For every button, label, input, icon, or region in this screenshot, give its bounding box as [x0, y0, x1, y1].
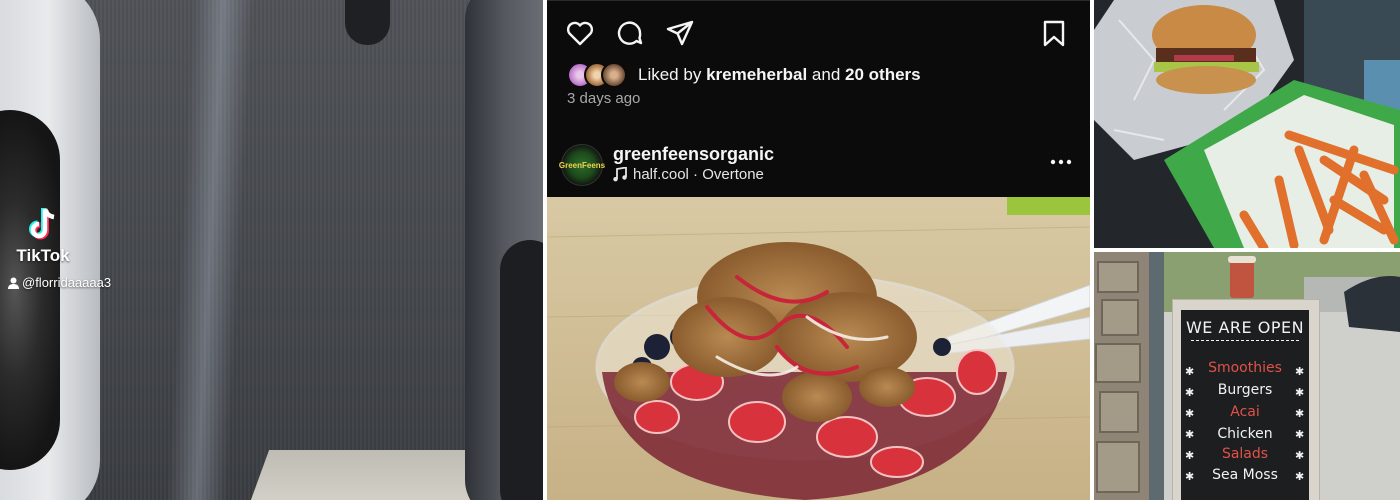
sign-item-smoothies: Smoothies [1208, 360, 1282, 376]
bookmark-icon[interactable] [1039, 18, 1069, 48]
car-tire-far [345, 0, 390, 45]
sign-item-burgers: Burgers [1217, 382, 1273, 398]
tiktok-username: @florridaaaaa3 [8, 275, 111, 290]
sign-item-salads: Salads [1221, 446, 1269, 462]
carpet-floor [60, 0, 530, 500]
heart-icon[interactable] [565, 18, 595, 48]
audio-label: half.cool · Overtone [633, 166, 764, 183]
sign-decoration: ✱ ✱ ✱ ✱ ✱ ✱ [1185, 366, 1195, 483]
divider [547, 0, 1090, 1]
tiktok-username-text: @florridaaaaa3 [22, 275, 112, 290]
chalkboard-sign: WE ARE OPEN Smoothies Burgers Acai Chick… [1172, 299, 1320, 500]
liker-avatars [567, 62, 627, 88]
post-author-username[interactable]: greenfeensorganic [613, 144, 774, 165]
liked-prefix: Liked by [638, 65, 702, 84]
photo-open-sign[interactable]: WE ARE OPEN Smoothies Burgers Acai Chick… [1094, 252, 1400, 500]
liked-user[interactable]: kremeherbal [706, 65, 807, 85]
post-header: GreenFeens greenfeensorganic half.cool ·… [558, 144, 1081, 188]
post-timestamp: 3 days ago [567, 90, 641, 107]
person-icon [8, 277, 19, 289]
tiktok-watermark: TikTok [8, 206, 78, 266]
tiktok-wordmark: TikTok [16, 246, 70, 265]
avatar [601, 62, 627, 88]
likes-summary[interactable]: Liked by kremeherbal and 20 others [567, 62, 921, 88]
tiktok-logo-icon [29, 208, 55, 240]
post-author-avatar[interactable]: GreenFeens [558, 144, 606, 186]
burger-photo [1094, 0, 1400, 248]
sign-decoration: ✱ ✱ ✱ ✱ ✱ ✱ [1295, 366, 1305, 483]
sign-underline [1191, 340, 1299, 342]
liked-others[interactable]: 20 others [845, 65, 921, 85]
post-audio[interactable]: half.cool · Overtone [613, 166, 764, 183]
photo-burger-fries[interactable] [1094, 0, 1400, 248]
share-icon[interactable] [665, 18, 695, 48]
post-image-acai-bowl[interactable] [547, 197, 1090, 500]
avatar-logo-text: GreenFeens [558, 160, 606, 170]
sign-item-acai: Acai [1230, 404, 1260, 420]
music-note-icon [613, 167, 627, 182]
sign-headline: WE ARE OPEN [1185, 318, 1305, 337]
instagram-post: Liked by kremeherbal and 20 others 3 day… [547, 0, 1090, 500]
car-left-tire [0, 110, 60, 470]
sign-item-chicken: Chicken [1217, 426, 1273, 442]
sign-item-sea-moss: Sea Moss [1212, 467, 1278, 483]
comment-icon[interactable] [615, 18, 645, 48]
car-right-tire [500, 240, 543, 500]
more-options-icon[interactable] [1049, 152, 1073, 172]
liked-joiner: and [811, 65, 841, 84]
tiktok-video-frame[interactable]: TikTok @florridaaaaa3 [0, 0, 543, 500]
